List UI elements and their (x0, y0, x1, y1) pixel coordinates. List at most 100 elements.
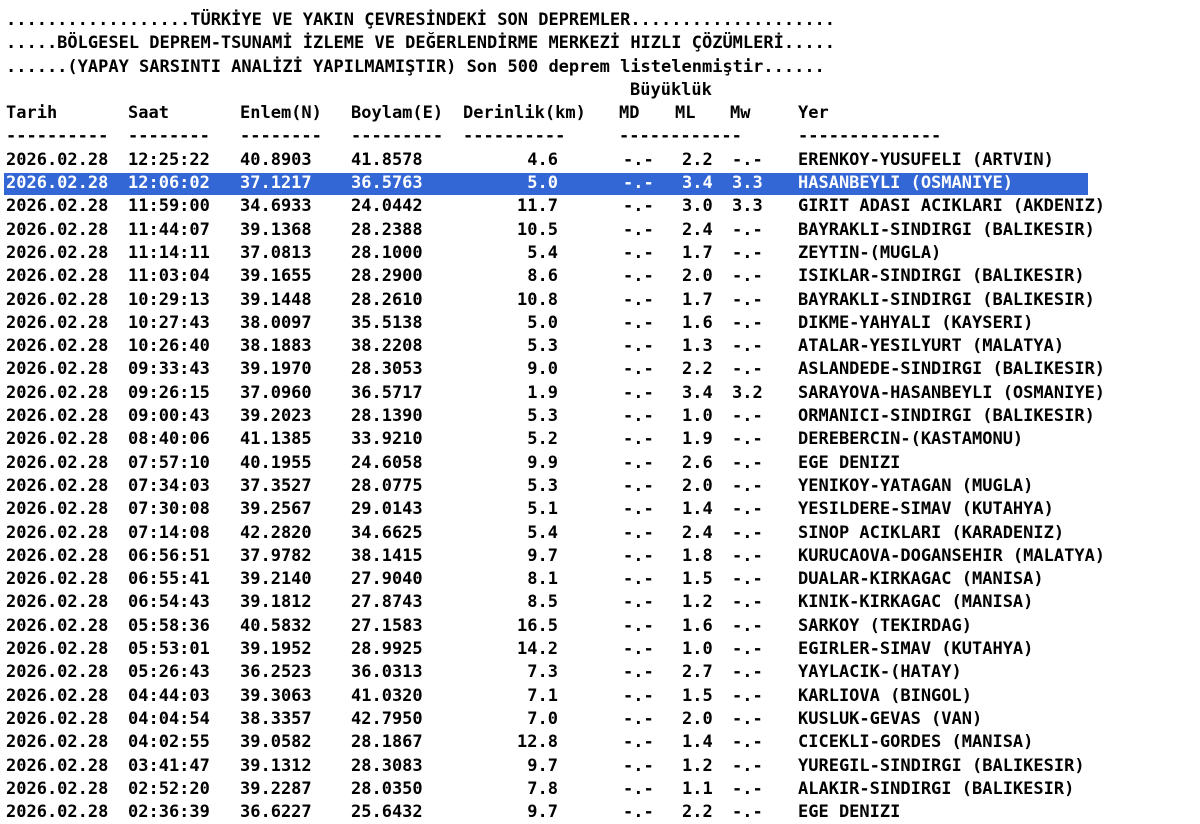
cell-mw: -.- (732, 452, 763, 473)
cell-mw: -.- (732, 802, 763, 823)
cell-mw: -.- (732, 219, 763, 240)
table-row[interactable]: 2026.02.28 11:03:04 39.1655 28.2900 8.6 -.- 2.… (6, 265, 1196, 288)
cell-md: -.- (623, 475, 654, 496)
cell-tarih: 2026.02.28 (6, 662, 109, 683)
cell-enlem: 37.0813 (240, 242, 312, 263)
cell-saat: 10:29:13 (128, 289, 210, 310)
cell-derinlik: 5.0 (527, 312, 558, 333)
cell-tarih: 2026.02.28 (6, 499, 109, 520)
header-line-1: ..................TÜRKİYE VE YAKIN ÇEVRE… (6, 10, 836, 30)
cell-enlem: 41.1385 (240, 429, 312, 450)
table-row[interactable]: 2026.02.28 02:52:20 39.2287 28.0350 7.8 -.- 1.… (6, 778, 1196, 801)
cell-derinlik: 9.7 (527, 802, 558, 823)
cell-mw: -.- (732, 336, 763, 357)
cell-saat: 06:56:51 (128, 545, 210, 566)
table-row[interactable]: 2026.02.28 07:57:10 40.1955 24.6058 9.9 -.- 2.… (6, 452, 1196, 475)
table-row[interactable]: 2026.02.28 04:04:54 38.3357 42.7950 7.0 -.- 2.… (6, 708, 1196, 731)
table-row[interactable]: 2026.02.28 06:55:41 39.2140 27.9040 8.1 -.- 1.… (6, 568, 1196, 591)
cell-mw: -.- (732, 429, 763, 450)
cell-ml: 1.6 (682, 615, 713, 636)
separator-magnitude: ------------ (619, 126, 742, 147)
table-row[interactable]: 2026.02.28 05:26:43 36.2523 36.0313 7.3 -.- 2.… (6, 661, 1196, 684)
cell-derinlik: 9.7 (527, 545, 558, 566)
table-row[interactable]: 2026.02.28 03:41:47 39.1312 28.3083 9.7 -.- 1.… (6, 755, 1196, 778)
table-row[interactable]: 2026.02.28 11:14:11 37.0813 28.1000 5.4 -.- 1.… (6, 242, 1196, 265)
cell-ml: 2.2 (682, 359, 713, 380)
cell-enlem: 38.0097 (240, 312, 312, 333)
cell-md: -.- (623, 149, 654, 170)
table-row[interactable]: 2026.02.28 05:53:01 39.1952 28.9925 14.2 -.- 1… (6, 638, 1196, 661)
cell-derinlik: 7.8 (527, 778, 558, 799)
cell-derinlik: 10.5 (517, 219, 558, 240)
cell-ml: 1.7 (682, 289, 713, 310)
cell-boylam: 34.6625 (351, 522, 423, 543)
table-row[interactable]: 2026.02.28 02:36:39 36.6227 25.6432 9.7 -.- 2.… (6, 801, 1196, 824)
table-row[interactable]: 2026.02.28 07:30:08 39.2567 29.0143 5.1 -.- 1.… (6, 498, 1196, 521)
cell-derinlik: 5.3 (527, 336, 558, 357)
table-row[interactable]: 2026.02.28 12:25:22 40.8903 41.8578 4.6 -.- 2.… (6, 149, 1196, 172)
table-row[interactable]: 2026.02.28 10:26:40 38.1883 38.2208 5.3 -.- 1.… (6, 335, 1196, 358)
cell-md: -.- (623, 266, 654, 287)
table-row[interactable]: 2026.02.28 07:34:03 37.3527 28.0775 5.3 -.- 2.… (6, 475, 1196, 498)
cell-derinlik: 11.7 (517, 196, 558, 217)
cell-boylam: 33.9210 (351, 429, 423, 450)
table-row[interactable]: 2026.02.28 11:44:07 39.1368 28.2388 10.5 -.- 2… (6, 219, 1196, 242)
table-row[interactable]: 2026.02.28 04:02:55 39.0582 28.1867 12.8 -.- 1… (6, 731, 1196, 754)
cell-ml: 2.2 (682, 802, 713, 823)
cell-saat: 04:02:55 (128, 732, 210, 753)
table-row[interactable]: 2026.02.28 06:56:51 37.9782 38.1415 9.7 -.- 1.… (6, 545, 1196, 568)
cell-boylam: 24.6058 (351, 452, 423, 473)
table-row[interactable]: 2026.02.28 05:58:36 40.5832 27.1583 16.5 -.- 1… (6, 615, 1196, 638)
cell-tarih: 2026.02.28 (6, 685, 109, 706)
cell-tarih: 2026.02.28 (6, 429, 109, 450)
table-row[interactable]: 2026.02.28 09:33:43 39.1970 28.3053 9.0 -.- 2.… (6, 358, 1196, 381)
col-header-md: MD (619, 103, 640, 124)
cell-boylam: 28.3083 (351, 755, 423, 776)
col-header-boylam: Boylam(E) (351, 103, 444, 124)
cell-mw: -.- (732, 708, 763, 729)
cell-tarih: 2026.02.28 (6, 336, 109, 357)
cell-derinlik: 9.7 (527, 755, 558, 776)
cell-md: -.- (623, 592, 654, 613)
cell-boylam: 38.1415 (351, 545, 423, 566)
cell-boylam: 24.0442 (351, 196, 423, 217)
cell-mw: 3.3 (732, 196, 763, 217)
col-header-tarih: Tarih (6, 103, 58, 124)
table-row[interactable]: 2026.02.28 07:14:08 42.2820 34.6625 5.4 -.- 2.… (6, 522, 1196, 545)
cell-enlem: 39.1448 (240, 289, 312, 310)
table-row[interactable]: 2026.02.28 12:06:02 37.1217 36.5763 5.0 -.- 3.… (4, 172, 1196, 196)
cell-tarih: 2026.02.28 (6, 359, 109, 380)
cell-enlem: 39.2140 (240, 569, 312, 590)
cell-saat: 06:54:43 (128, 592, 210, 613)
column-header-row: Tarih Saat Enlem(N) Boylam(E) Derinlik(k… (6, 102, 1196, 125)
cell-yer: ORMANICI-SINDIRGI (BALIKESIR) (798, 406, 1095, 427)
table-row[interactable]: 2026.02.28 04:44:03 39.3063 41.0320 7.1 -.- 1.… (6, 685, 1196, 708)
cell-derinlik: 8.5 (527, 592, 558, 613)
cell-boylam: 35.5138 (351, 312, 423, 333)
cell-saat: 11:59:00 (128, 196, 210, 217)
table-row[interactable]: 2026.02.28 06:54:43 39.1812 27.8743 8.5 -.- 1.… (6, 591, 1196, 614)
table-row[interactable]: 2026.02.28 09:00:43 39.2023 28.1390 5.3 -.- 1.… (6, 405, 1196, 428)
cell-enlem: 39.1312 (240, 755, 312, 776)
cell-derinlik: 5.3 (527, 475, 558, 496)
table-row[interactable]: 2026.02.28 08:40:06 41.1385 33.9210 5.2 -.- 1.… (6, 428, 1196, 451)
cell-ml: 1.1 (682, 778, 713, 799)
table-row[interactable]: 2026.02.28 09:26:15 37.0960 36.5717 1.9 -.- 3.… (6, 382, 1196, 405)
cell-enlem: 37.0960 (240, 382, 312, 403)
cell-saat: 04:04:54 (128, 708, 210, 729)
cell-md: -.- (623, 242, 654, 263)
table-row[interactable]: 2026.02.28 10:29:13 39.1448 28.2610 10.8 -.- 1… (6, 289, 1196, 312)
col-header-mw: Mw (730, 103, 751, 124)
cell-saat: 12:06:02 (128, 173, 210, 194)
cell-boylam: 28.0350 (351, 778, 423, 799)
cell-tarih: 2026.02.28 (6, 149, 109, 170)
cell-boylam: 28.9925 (351, 639, 423, 660)
cell-md: -.- (623, 499, 654, 520)
table-row[interactable]: 2026.02.28 11:59:00 34.6933 24.0442 11.7 -.- 3… (6, 195, 1196, 218)
cell-mw: -.- (732, 685, 763, 706)
header-line-3: ......(YAPAY SARSINTI ANALİZİ YAPILMAMIŞ… (6, 56, 825, 77)
table-row[interactable]: 2026.02.28 10:27:43 38.0097 35.5138 5.0 -.- 1.… (6, 312, 1196, 335)
cell-ml: 1.9 (682, 429, 713, 450)
cell-tarih: 2026.02.28 (6, 289, 109, 310)
cell-boylam: 28.1390 (351, 406, 423, 427)
